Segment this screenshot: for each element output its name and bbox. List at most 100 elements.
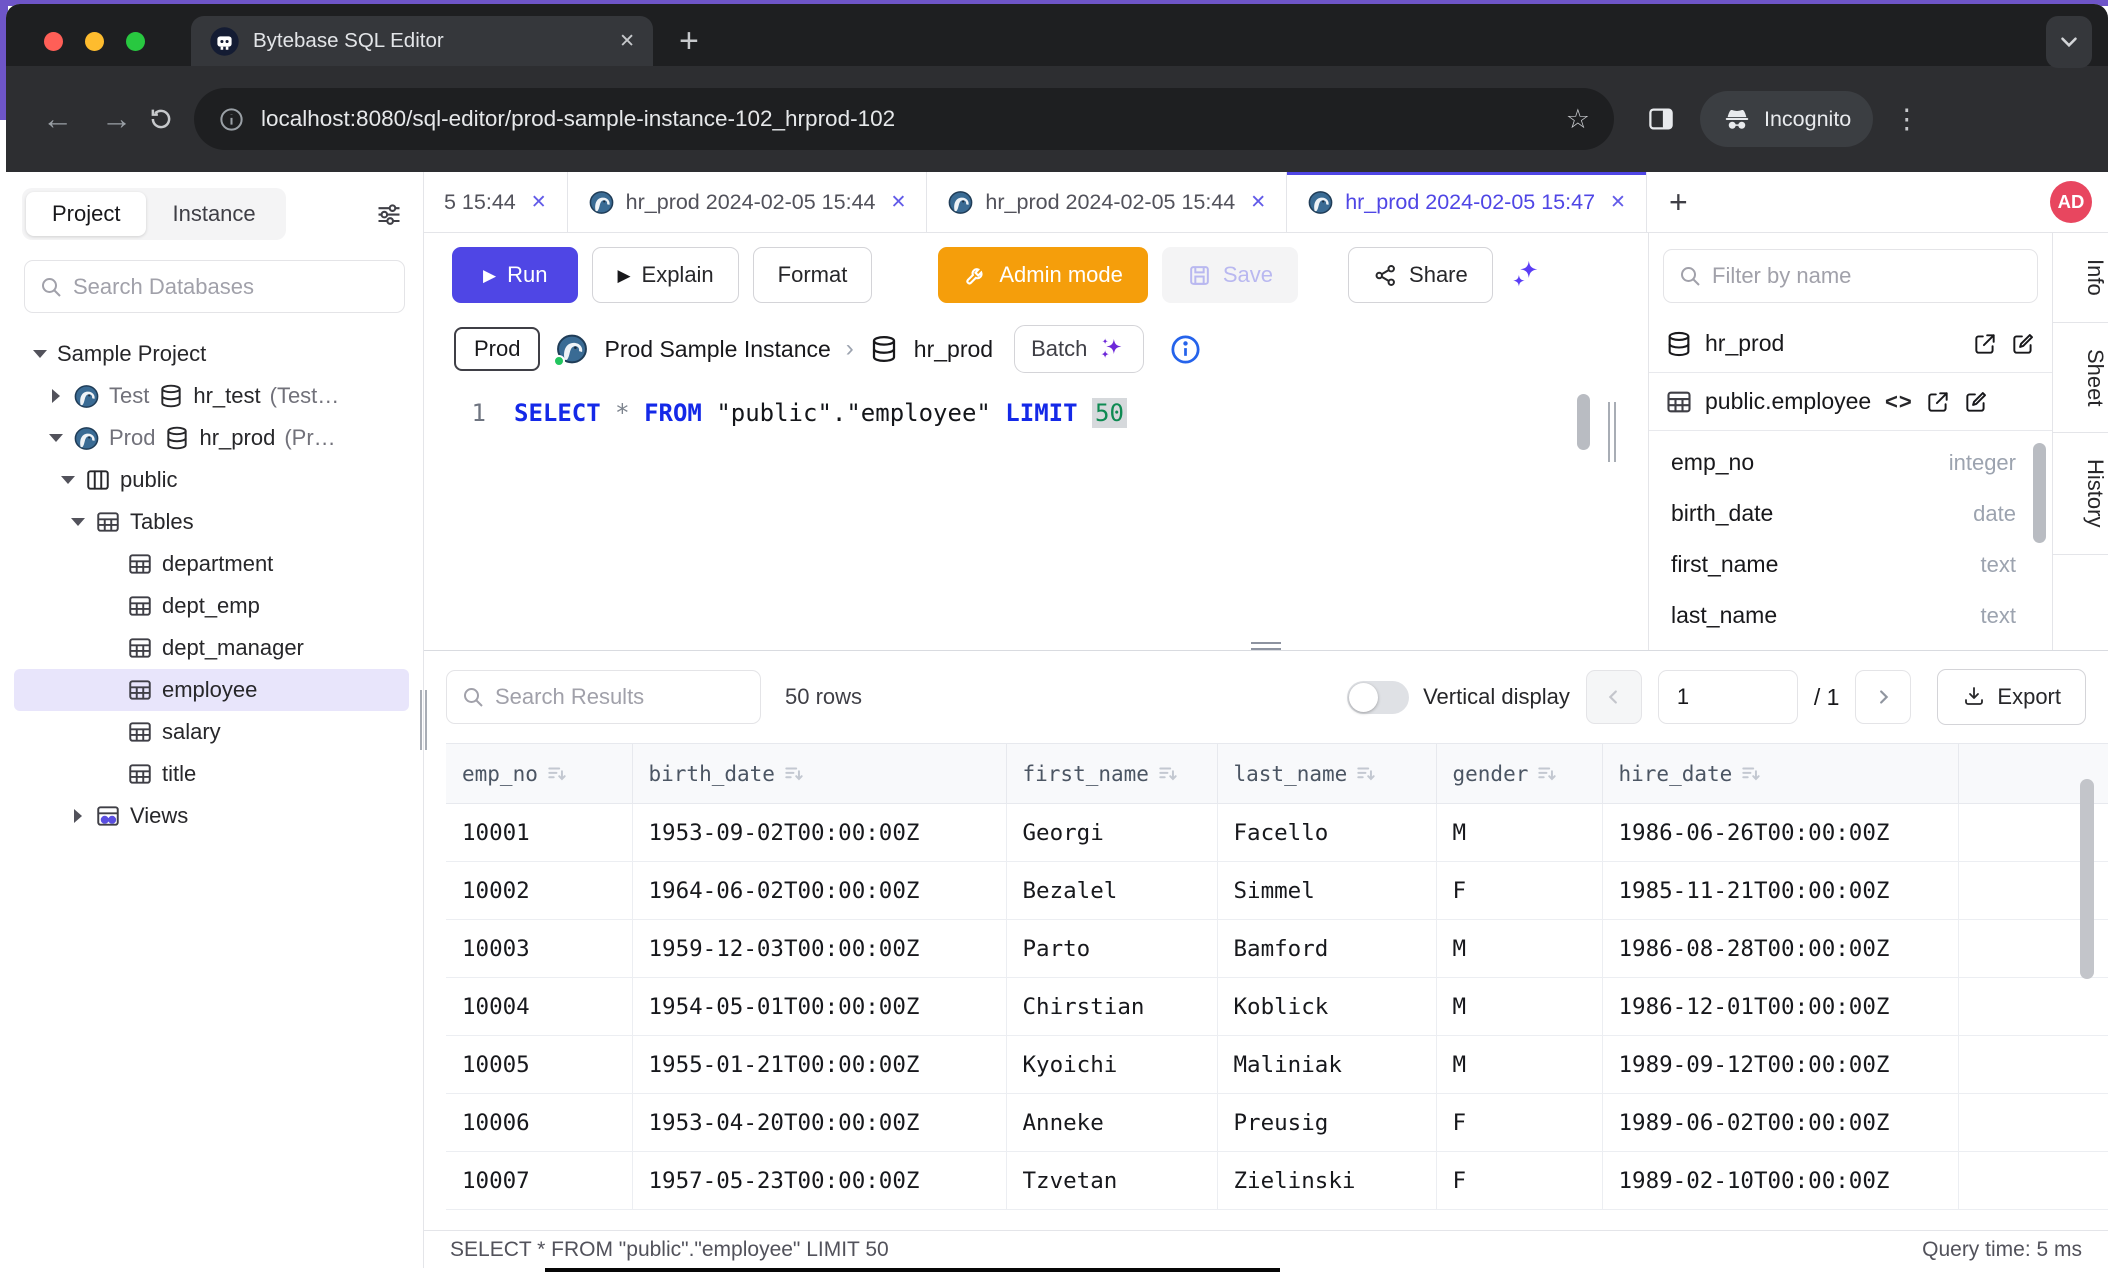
- table-cell[interactable]: 1959-12-03T00:00:00Z: [632, 920, 1006, 978]
- table-cell[interactable]: Zielinski: [1217, 1152, 1436, 1210]
- column-header-gender[interactable]: gender: [1436, 744, 1602, 804]
- side-panel-icon[interactable]: [1646, 104, 1676, 134]
- results-search-input[interactable]: Search Results: [446, 670, 761, 724]
- table-cell[interactable]: 10006: [446, 1094, 632, 1152]
- browser-menu-button[interactable]: ⋮: [1893, 104, 1920, 135]
- ai-assistant-icon[interactable]: [1509, 258, 1543, 292]
- batch-mode-chip[interactable]: Batch: [1014, 325, 1144, 373]
- editor-tab-2[interactable]: hr_prod 2024-02-05 15:44✕: [568, 172, 928, 232]
- tree-item-dept-emp[interactable]: dept_emp: [14, 585, 409, 627]
- rail-tab-sheet[interactable]: Sheet: [2053, 323, 2108, 434]
- tree-item-dept-manager[interactable]: dept_manager: [14, 627, 409, 669]
- table-cell[interactable]: 1985-11-21T00:00:00Z: [1602, 862, 1958, 920]
- site-info-icon[interactable]: [218, 106, 245, 133]
- editor-scrollbar[interactable]: [1577, 394, 1590, 450]
- table-cell[interactable]: 10004: [446, 978, 632, 1036]
- sort-icon[interactable]: [1157, 763, 1179, 785]
- export-button[interactable]: Export: [1937, 669, 2086, 725]
- environment-chip[interactable]: Prod: [454, 327, 540, 371]
- tree-item-employee[interactable]: employee: [14, 669, 409, 711]
- splitter-handle[interactable]: [1251, 642, 1281, 650]
- table-cell[interactable]: Bezalel: [1006, 862, 1217, 920]
- column-row-birth_date[interactable]: birth_datedate: [1649, 488, 2052, 539]
- table-cell[interactable]: Maliniak: [1217, 1036, 1436, 1094]
- table-cell[interactable]: M: [1436, 804, 1602, 862]
- table-cell[interactable]: 10005: [446, 1036, 632, 1094]
- table-cell[interactable]: 10003: [446, 920, 632, 978]
- share-button[interactable]: Share: [1348, 247, 1493, 303]
- column-header-birth_date[interactable]: birth_date: [632, 744, 1006, 804]
- table-row[interactable]: 100051955-01-21T00:00:00ZKyoichiMaliniak…: [446, 1036, 2108, 1094]
- new-editor-tab-button[interactable]: +: [1647, 172, 1710, 232]
- table-cell[interactable]: Kyoichi: [1006, 1036, 1217, 1094]
- caret-icon[interactable]: [70, 518, 86, 526]
- table-cell[interactable]: M: [1436, 978, 1602, 1036]
- address-bar[interactable]: localhost:8080/sql-editor/prod-sample-in…: [194, 88, 1614, 150]
- back-button[interactable]: ←: [42, 101, 73, 137]
- instance-name[interactable]: Prod Sample Instance: [604, 336, 830, 363]
- forward-button[interactable]: →: [101, 101, 132, 137]
- schema-table-row[interactable]: public.employee <>: [1649, 373, 2052, 431]
- new-tab-button[interactable]: +: [679, 24, 699, 58]
- zoom-window-button[interactable]: [126, 32, 145, 51]
- tree-item-sample-project[interactable]: Sample Project: [14, 333, 409, 375]
- editor-tab-3[interactable]: hr_prod 2024-02-05 15:44✕: [927, 172, 1287, 232]
- editor-tab-1[interactable]: 5 15:44✕: [424, 172, 568, 232]
- schema-database-row[interactable]: hr_prod: [1649, 315, 2052, 373]
- column-header-last_name[interactable]: last_name: [1217, 744, 1436, 804]
- sidebar-tab-instance[interactable]: Instance: [146, 192, 281, 236]
- table-cell[interactable]: Bamford: [1217, 920, 1436, 978]
- edit-icon[interactable]: [2010, 331, 2036, 357]
- table-cell[interactable]: 1989-09-12T00:00:00Z: [1602, 1036, 1958, 1094]
- results-scrollbar[interactable]: [2080, 779, 2094, 979]
- column-row-last_name[interactable]: last_nametext: [1649, 590, 2052, 641]
- admin-mode-button[interactable]: Admin mode: [938, 247, 1148, 303]
- tree-item-hr-test[interactable]: Testhr_test(Test…: [14, 375, 409, 417]
- bookmark-star-icon[interactable]: ☆: [1566, 104, 1590, 135]
- table-cell[interactable]: 1989-06-02T00:00:00Z: [1602, 1094, 1958, 1152]
- table-row[interactable]: 100041954-05-01T00:00:00ZChirstianKoblic…: [446, 978, 2108, 1036]
- table-cell[interactable]: Tzvetan: [1006, 1152, 1217, 1210]
- table-cell[interactable]: 1953-04-20T00:00:00Z: [632, 1094, 1006, 1152]
- panel-resize-handle[interactable]: [1608, 402, 1616, 462]
- vertical-display-toggle[interactable]: [1347, 681, 1409, 714]
- table-cell[interactable]: M: [1436, 920, 1602, 978]
- table-cell[interactable]: 1955-01-21T00:00:00Z: [632, 1036, 1006, 1094]
- close-tab-icon[interactable]: ✕: [619, 30, 635, 53]
- tree-item-hr-prod[interactable]: Prodhr_prod(Pr…: [14, 417, 409, 459]
- sort-icon[interactable]: [1536, 763, 1558, 785]
- sort-icon[interactable]: [546, 763, 568, 785]
- rail-tab-info[interactable]: Info: [2053, 233, 2108, 323]
- table-row[interactable]: 100011953-09-02T00:00:00ZGeorgiFacelloM1…: [446, 804, 2108, 862]
- browser-tab[interactable]: Bytebase SQL Editor ✕: [191, 16, 653, 66]
- user-avatar[interactable]: AD: [2050, 181, 2092, 223]
- format-button[interactable]: Format: [753, 247, 873, 303]
- edit-icon[interactable]: [1963, 389, 1989, 415]
- tree-item-salary[interactable]: salary: [14, 711, 409, 753]
- sort-icon[interactable]: [1740, 763, 1762, 785]
- tree-item-department[interactable]: department: [14, 543, 409, 585]
- column-header-emp_no[interactable]: emp_no: [446, 744, 632, 804]
- explain-button[interactable]: ▶ Explain: [592, 247, 738, 303]
- tree-item-tables[interactable]: Tables: [14, 501, 409, 543]
- table-cell[interactable]: 10002: [446, 862, 632, 920]
- caret-icon[interactable]: [60, 476, 76, 484]
- table-cell[interactable]: 1954-05-01T00:00:00Z: [632, 978, 1006, 1036]
- caret-icon[interactable]: [48, 434, 64, 442]
- sql-editor[interactable]: 1 SELECT * FROM "public"."employee" LIMI…: [424, 387, 1648, 650]
- close-tab-icon[interactable]: ✕: [891, 191, 907, 214]
- table-cell[interactable]: F: [1436, 1152, 1602, 1210]
- table-row[interactable]: 100021964-06-02T00:00:00ZBezalelSimmelF1…: [446, 862, 2108, 920]
- save-button[interactable]: Save: [1162, 247, 1298, 303]
- table-cell[interactable]: 1957-05-23T00:00:00Z: [632, 1152, 1006, 1210]
- table-cell[interactable]: Simmel: [1217, 862, 1436, 920]
- page-input[interactable]: 1: [1658, 670, 1798, 724]
- info-circle-icon[interactable]: [1169, 333, 1202, 366]
- table-cell[interactable]: 1986-08-28T00:00:00Z: [1602, 920, 1958, 978]
- external-link-icon[interactable]: [1925, 389, 1951, 415]
- prev-page-button[interactable]: [1586, 670, 1642, 724]
- table-cell[interactable]: 1986-12-01T00:00:00Z: [1602, 978, 1958, 1036]
- table-cell[interactable]: 1964-06-02T00:00:00Z: [632, 862, 1006, 920]
- external-link-icon[interactable]: [1972, 331, 1998, 357]
- close-tab-icon[interactable]: ✕: [1610, 191, 1626, 214]
